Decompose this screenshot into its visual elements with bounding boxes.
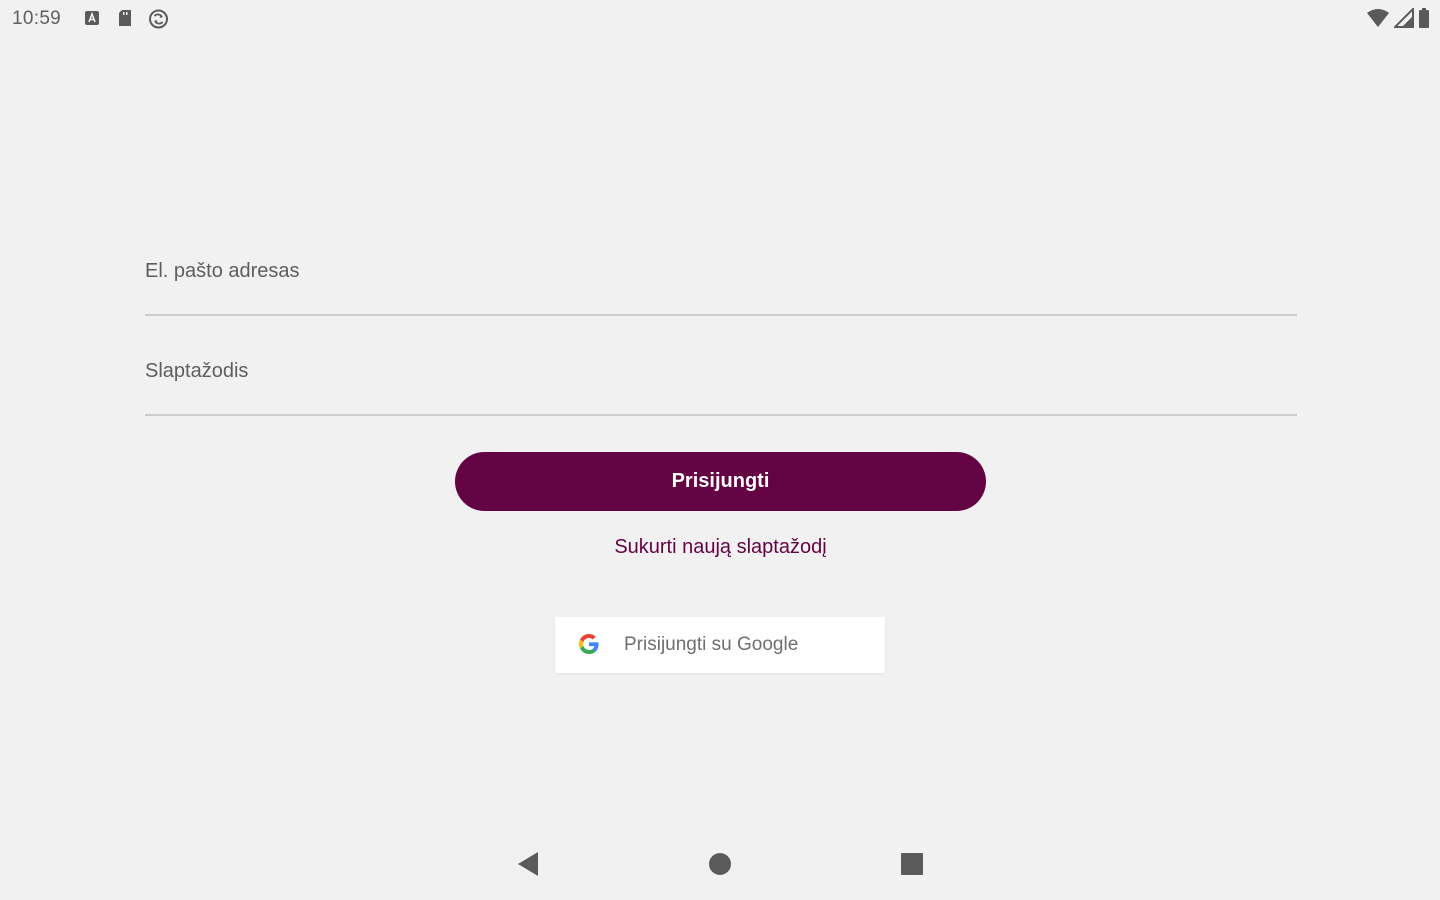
google-sign-in-button[interactable]: Prisijungti su Google xyxy=(555,617,885,673)
status-right-icons xyxy=(1366,8,1430,28)
login-button[interactable]: Prisijungti xyxy=(455,452,986,511)
recents-icon xyxy=(901,853,923,875)
password-input[interactable] xyxy=(145,354,1297,388)
battery-icon xyxy=(1419,8,1429,28)
email-field[interactable] xyxy=(145,254,1297,316)
email-input[interactable] xyxy=(145,254,1297,288)
home-icon xyxy=(709,853,731,875)
sd-card-icon xyxy=(119,10,131,26)
cell-signal-icon xyxy=(1394,8,1414,28)
back-icon xyxy=(518,852,538,876)
create-new-password-link[interactable]: Sukurti naują slaptažodį xyxy=(455,536,986,559)
google-logo-icon xyxy=(579,634,599,654)
status-bar: 10:59 xyxy=(0,0,1440,38)
notification-a-icon xyxy=(85,11,99,25)
navigation-bar xyxy=(0,828,1440,900)
recents-button[interactable] xyxy=(892,848,932,880)
home-button[interactable] xyxy=(700,848,740,880)
status-time: 10:59 xyxy=(12,8,62,29)
login-screen: 10:59 El. pašto adresas Prisijungti Suku… xyxy=(0,0,1440,900)
sync-icon xyxy=(149,9,168,29)
password-field[interactable] xyxy=(145,354,1297,416)
back-button[interactable] xyxy=(508,848,548,880)
google-sign-in-label: Prisijungti su Google xyxy=(624,634,799,655)
wifi-icon xyxy=(1367,9,1389,27)
